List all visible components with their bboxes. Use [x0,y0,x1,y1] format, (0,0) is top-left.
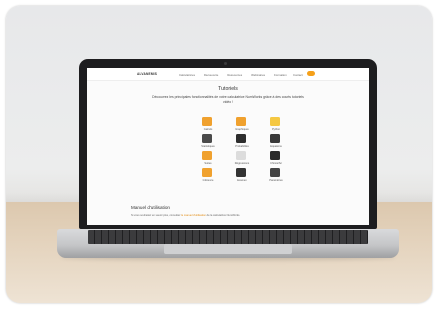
python-icon [270,117,280,126]
elements-icon [270,151,280,160]
keyboard [88,230,368,244]
shop-button[interactable] [307,71,315,76]
page-title: Tutoriels [218,86,238,92]
tutorial-tile-label: Paramètres [269,179,283,182]
tutorial-tile[interactable]: Equations [256,134,296,152]
site-header: ALVANEMIS Calculatrices Découverte Resso… [87,68,369,81]
settings-icon [270,168,280,177]
camera-icon [224,62,227,65]
nav-item-training[interactable]: Formation [274,73,287,77]
nav-item-resources[interactable]: Ressources [227,73,242,77]
laptop-screen: ALVANEMIS Calculatrices Découverte Resso… [87,68,369,225]
manual-link[interactable]: le manuel d'utilisation [181,214,206,217]
trackpad [164,244,292,254]
nav-item-contact[interactable]: Contact [293,73,303,77]
calculator-icon [202,117,212,126]
manual-title: Manuel d'utilisation [131,205,170,210]
tutorial-tile[interactable]: Chimie/Sc [256,151,296,169]
manual-desc-end: de la calculatrice NumWorks. [206,214,241,217]
exam-icon [236,168,246,177]
tutorial-tile[interactable]: Python [256,117,296,135]
photo-frame: ALVANEMIS Calculatrices Découverte Resso… [6,6,432,303]
equation-icon [270,134,280,143]
page-subtitle: Découvrez les principales fonctionnalité… [152,95,304,104]
tutorial-tile-label: Chimie/Sc [270,162,282,165]
statistics-icon [202,134,212,143]
tutorial-tile-label: Equations [270,145,282,148]
nav-item-webinars[interactable]: Webinaires [251,73,265,77]
nav-item-calculators[interactable]: Calculatrices [179,73,195,77]
manual-desc-text: Si vous souhaitez en savoir plus, consul… [131,214,181,217]
laptop-lid: ALVANEMIS Calculatrices Découverte Resso… [79,59,377,229]
laptop-base: MacBook Air [57,229,399,258]
regression-icon [236,151,246,160]
inference-icon [202,168,212,177]
manual-description: Si vous souhaitez en savoir plus, consul… [131,214,240,217]
sequence-icon [202,151,212,160]
tutorial-tile-label: Python [271,128,281,131]
site-nav: Calculatrices Découverte Ressources Webi… [179,73,287,77]
nav-item-discovery[interactable]: Découverte [204,73,218,77]
graph-icon [236,117,246,126]
probability-icon [236,134,246,143]
site-logo[interactable]: ALVANEMIS [137,72,157,76]
tutorial-tile[interactable]: Paramètres [256,168,296,186]
